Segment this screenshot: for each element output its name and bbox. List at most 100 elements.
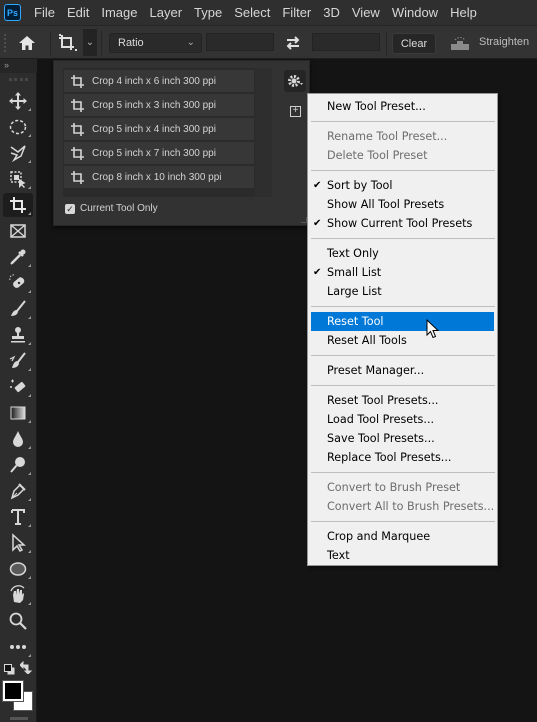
- preset-item[interactable]: Crop 5 inch x 3 inch 300 ppi: [64, 94, 254, 116]
- path-selection-tool[interactable]: [3, 531, 33, 555]
- arrow-icon: [12, 533, 26, 552]
- menu-item-load-tool-presets[interactable]: Load Tool Presets...: [311, 410, 494, 429]
- pen-tool[interactable]: [3, 479, 33, 503]
- crop-icon: [71, 171, 84, 184]
- menu-filter[interactable]: Filter: [276, 0, 317, 25]
- object-selection-tool[interactable]: [3, 167, 33, 191]
- width-field[interactable]: [206, 33, 274, 51]
- menu-view[interactable]: View: [346, 0, 386, 25]
- preset-item[interactable]: Crop 8 inch x 10 inch 300 ppi: [64, 166, 254, 188]
- current-tool-only-checkbox[interactable]: ✓: [65, 203, 75, 214]
- history-brush-tool[interactable]: [3, 349, 33, 373]
- menu-item-small-list[interactable]: ✔ Small List: [311, 263, 494, 282]
- default-colors-icon: [4, 664, 15, 675]
- menu-item-text-only[interactable]: Text Only: [311, 244, 494, 263]
- menu-select[interactable]: Select: [228, 0, 276, 25]
- bandage-icon: [9, 274, 25, 288]
- toolbar-grip[interactable]: [9, 78, 28, 81]
- frame-tool[interactable]: [3, 219, 33, 243]
- preset-item[interactable]: Crop 4 inch x 6 inch 300 ppi: [64, 70, 254, 92]
- gradient-tool[interactable]: [3, 401, 33, 425]
- menu-item-reset-tool-presets[interactable]: Reset Tool Presets...: [311, 391, 494, 410]
- foreground-color-swatch[interactable]: [2, 680, 24, 702]
- straighten-button[interactable]: [450, 35, 470, 51]
- checkmark-icon: ✔: [313, 180, 322, 191]
- type-tool[interactable]: [3, 505, 33, 529]
- menu-image[interactable]: Image: [95, 0, 143, 25]
- default-colors-button[interactable]: [4, 662, 15, 675]
- photoshop-logo: Ps: [4, 4, 21, 21]
- preset-item[interactable]: Crop 5 inch x 4 inch 300 ppi: [64, 118, 254, 140]
- menu-item-text[interactable]: Text: [311, 546, 494, 565]
- menu-item-reset-tool[interactable]: Reset Tool: [311, 312, 494, 331]
- elliptical-marquee-tool[interactable]: [3, 115, 33, 139]
- eraser-icon: [10, 379, 26, 393]
- healing-brush-tool[interactable]: [3, 271, 33, 295]
- menu-3d[interactable]: 3D: [317, 0, 346, 25]
- menu-window[interactable]: Window: [386, 0, 444, 25]
- current-tool-only-option[interactable]: ✓ Current Tool Only: [65, 203, 158, 214]
- drop-icon: [13, 431, 23, 447]
- preset-context-menu: New Tool Preset... Rename Tool Preset... D…: [307, 93, 498, 566]
- menu-item-show-current-tool-presets[interactable]: ✔ Show Current Tool Presets: [311, 214, 494, 233]
- ratio-select[interactable]: Ratio ⌄: [109, 33, 202, 53]
- menu-layer[interactable]: Layer: [144, 0, 189, 25]
- menu-item-label: Reset Tool: [327, 315, 384, 328]
- tool-preset-dropdown-button[interactable]: ⌄: [83, 29, 97, 56]
- toolbar-collapse-button[interactable]: »: [0, 59, 37, 73]
- swap-dimensions-button[interactable]: [284, 34, 302, 52]
- lasso-tool[interactable]: [3, 141, 33, 165]
- eraser-tool[interactable]: [3, 375, 33, 399]
- menu-item-label: Delete Tool Preset: [327, 149, 428, 162]
- menu-bar: Ps File Edit Image Layer Type Select Fil…: [0, 0, 537, 25]
- menu-item-label: Small List: [327, 266, 382, 279]
- menu-item-reset-all-tools[interactable]: Reset All Tools: [311, 331, 494, 350]
- menu-item-save-tool-presets[interactable]: Save Tool Presets...: [311, 429, 494, 448]
- preset-label: Crop 4 inch x 6 inch 300 ppi: [92, 75, 216, 87]
- rotate-view-tool[interactable]: [3, 583, 33, 607]
- menu-edit[interactable]: Edit: [61, 0, 95, 25]
- menu-item-crop-and-marquee[interactable]: Crop and Marquee: [311, 527, 494, 546]
- separator: [50, 31, 51, 55]
- ellipse-tool[interactable]: [3, 557, 33, 581]
- menu-help[interactable]: Help: [444, 0, 483, 25]
- ratio-select-value: Ratio: [118, 37, 144, 49]
- crop-tool[interactable]: [3, 193, 33, 217]
- dodge-tool[interactable]: [3, 453, 33, 477]
- eyedropper-tool[interactable]: [3, 245, 33, 269]
- preset-list-scrollbar[interactable]: [255, 68, 272, 197]
- zoom-tool[interactable]: [3, 609, 33, 633]
- menu-item-replace-tool-presets[interactable]: Replace Tool Presets...: [311, 448, 494, 467]
- menu-item-label: Save Tool Presets...: [327, 432, 435, 445]
- preset-item[interactable]: Crop 5 inch x 7 inch 300 ppi: [64, 142, 254, 164]
- clear-button[interactable]: Clear: [392, 33, 436, 54]
- home-button[interactable]: [17, 33, 37, 53]
- edit-toolbar-button[interactable]: [3, 635, 33, 659]
- height-field[interactable]: [312, 33, 380, 51]
- level-icon: [451, 37, 469, 50]
- tool-preset-picker[interactable]: [55, 31, 81, 55]
- options-bar-grip[interactable]: [4, 34, 6, 52]
- object-selection-icon: [10, 171, 26, 188]
- menu-item-large-list[interactable]: Large List: [311, 282, 494, 301]
- menu-item-preset-manager[interactable]: Preset Manager...: [311, 361, 494, 380]
- more-icon: [10, 645, 26, 649]
- menu-file[interactable]: File: [28, 0, 61, 25]
- menu-item-show-all-tool-presets[interactable]: Show All Tool Presets: [311, 195, 494, 214]
- menu-item-convert-all-to-brush-presets: Convert All to Brush Presets...: [311, 497, 494, 516]
- preset-panel-menu-button[interactable]: [284, 70, 306, 92]
- menu-type[interactable]: Type: [188, 0, 228, 25]
- new-preset-button[interactable]: +: [290, 106, 301, 117]
- mouse-cursor-icon: [426, 319, 440, 339]
- straighten-label[interactable]: Straighten: [479, 36, 529, 48]
- clone-stamp-tool[interactable]: [3, 323, 33, 347]
- preset-label: Crop 8 inch x 10 inch 300 ppi: [92, 171, 222, 183]
- brush-tool[interactable]: [3, 297, 33, 321]
- toolbar-scroll-indicator: [10, 717, 28, 720]
- menu-item-new-tool-preset[interactable]: New Tool Preset...: [311, 97, 494, 116]
- move-tool[interactable]: [3, 89, 33, 113]
- move-icon: [9, 92, 27, 110]
- menu-item-sort-by-tool[interactable]: ✔ Sort by Tool: [311, 176, 494, 195]
- blur-tool[interactable]: [3, 427, 33, 451]
- swap-colors-button[interactable]: [19, 660, 33, 675]
